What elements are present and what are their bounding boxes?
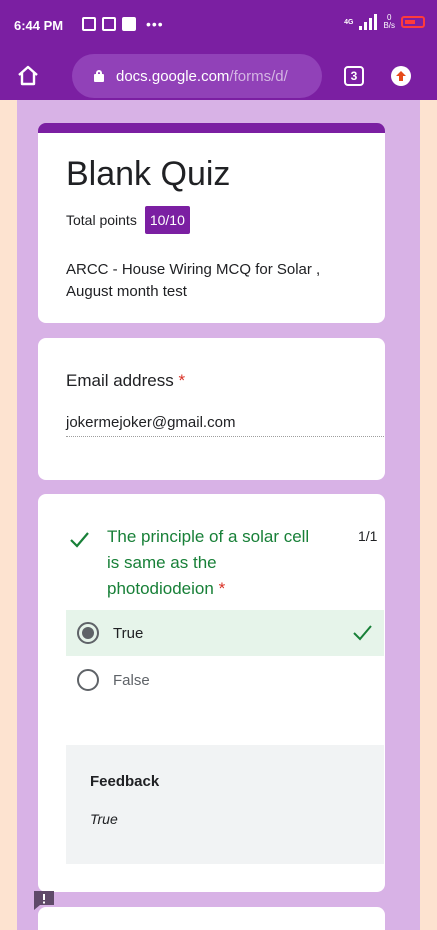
update-button[interactable] — [391, 66, 411, 86]
next-question-card — [38, 907, 385, 930]
app-notification-icon — [102, 17, 116, 31]
network-speed: 0 B/s — [383, 14, 395, 30]
email-value: jokermejoker@gmail.com — [66, 414, 236, 431]
email-card: Email address * jokermejoker@gmail.com — [38, 338, 385, 480]
required-asterisk: * — [218, 579, 226, 598]
feedback-value: True — [90, 811, 118, 827]
network-type-label: 4G — [344, 18, 354, 26]
browser-toolbar: docs.google.com/forms/d/ 3 — [0, 52, 437, 100]
check-icon — [70, 532, 89, 548]
url-path: /forms/d/ — [229, 67, 288, 85]
question-text: The principle of a solar cell is same as… — [107, 524, 322, 602]
status-bar: 6:44 PM ••• 4G 0 B/s — [0, 0, 437, 52]
status-time: 6:44 PM — [14, 18, 64, 33]
option-label: False — [113, 671, 150, 689]
more-notifications-icon: ••• — [146, 16, 164, 32]
option-false[interactable]: False — [66, 657, 384, 703]
radio-unselected[interactable] — [77, 669, 99, 691]
total-points-label: Total points — [66, 212, 137, 228]
email-label-text: Email address — [66, 371, 174, 390]
gallery-notification-icon — [82, 17, 96, 31]
quiz-description: ARCC - House Wiring MCQ for Solar , Augu… — [66, 261, 321, 300]
tabs-icon: 3 — [350, 69, 358, 83]
quiz-title: Blank Quiz — [66, 155, 231, 193]
question-score: 1/1 — [358, 528, 378, 544]
url-domain: docs.google.com — [116, 67, 230, 85]
system-indicators: 4G 0 B/s — [344, 14, 425, 30]
tabs-button[interactable]: 3 — [344, 66, 364, 86]
signal-strength-icon — [359, 14, 378, 30]
email-label: Email address * — [66, 371, 185, 391]
total-points-badge: 10/10 — [144, 206, 190, 234]
lock-icon — [94, 70, 104, 82]
update-icon — [396, 71, 406, 81]
option-true[interactable]: True — [66, 610, 384, 656]
radio-selected[interactable] — [77, 622, 99, 644]
option-label: True — [113, 624, 144, 642]
battery-icon — [401, 16, 425, 28]
check-icon — [353, 625, 372, 641]
notification-icons: ••• — [82, 16, 164, 32]
address-bar[interactable]: docs.google.com/forms/d/ — [72, 54, 322, 98]
question-card: The principle of a solar cell is same as… — [38, 494, 385, 892]
question-text-content: The principle of a solar cell is same as… — [107, 527, 310, 598]
home-icon — [18, 65, 38, 86]
required-asterisk: * — [178, 371, 186, 390]
quiz-header-card: Blank Quiz Total points 10/10 ARCC - Hou… — [38, 123, 385, 323]
report-problem-icon[interactable] — [32, 889, 56, 911]
feedback-title: Feedback — [90, 773, 160, 790]
total-points: Total points 10/10 — [66, 206, 190, 234]
url-text: docs.google.com/forms/d/ — [116, 68, 288, 85]
network-speed-unit: B/s — [383, 21, 395, 30]
email-underline — [66, 436, 384, 437]
game-notification-icon — [122, 17, 136, 31]
home-button[interactable] — [14, 62, 42, 90]
feedback-box: Feedback True — [66, 745, 384, 864]
